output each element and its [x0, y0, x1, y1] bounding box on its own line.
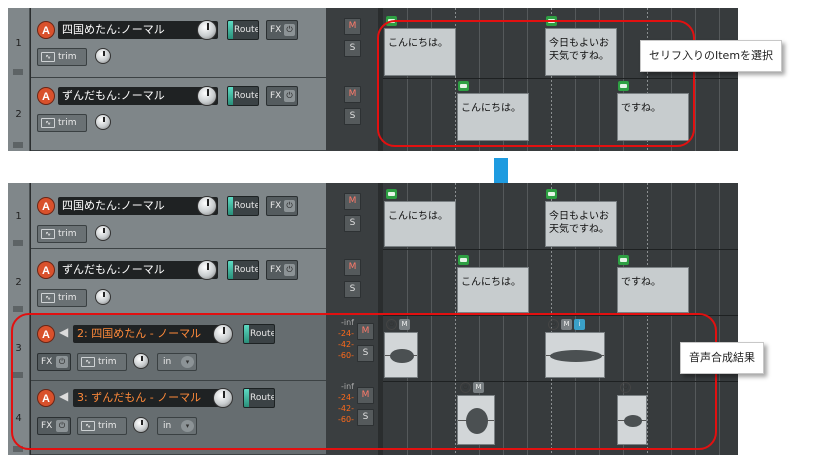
track-2[interactable]: 2 A ずんだもん:ノーマル Route FX ⏻ ∿ trim M S	[8, 78, 378, 151]
fx-button[interactable]: FX ⏻	[266, 20, 298, 40]
result-highlight	[11, 313, 717, 450]
fx-button[interactable]: FX ⏻	[266, 86, 298, 106]
track-name[interactable]: ずんだもん:ノーマル	[58, 87, 218, 105]
track-name[interactable]: 四国めたん:ノーマル	[58, 197, 218, 215]
mixer-strip: M S	[326, 78, 378, 151]
trim-button[interactable]: ∿ trim	[37, 48, 87, 66]
mute-button[interactable]: M	[344, 86, 361, 103]
fx-bypass-icon[interactable]: ⏻	[284, 200, 295, 212]
mixer-strip: M S	[326, 183, 378, 249]
track-control-panel: A ずんだもん:ノーマル Route FX ⏻ ∿ trim	[31, 249, 326, 315]
item-note-flag-icon[interactable]	[546, 189, 557, 199]
route-button[interactable]: Route	[227, 86, 259, 106]
route-button[interactable]: Route	[227, 20, 259, 40]
route-button[interactable]: Route	[227, 260, 259, 280]
envelope-icon: ∿	[41, 52, 55, 62]
volume-knob[interactable]	[197, 260, 217, 280]
item-note-flag-icon[interactable]	[458, 255, 469, 265]
track-number: 1	[8, 183, 30, 249]
track-number: 2	[8, 249, 30, 315]
record-arm-button[interactable]: A	[37, 21, 55, 39]
track-name[interactable]: 四国めたん:ノーマル	[58, 21, 218, 39]
text-item[interactable]: こんにちは。	[384, 201, 456, 247]
fx-button[interactable]: FX ⏻	[266, 260, 298, 280]
track-control-panel: A 四国めたん:ノーマル Route FX ⏻ ∿ trim	[31, 183, 326, 249]
volume-knob[interactable]	[197, 20, 217, 40]
mixer-strip: M S	[326, 249, 378, 315]
route-button[interactable]: Route	[227, 196, 259, 216]
text-item[interactable]: ですね。	[617, 267, 689, 313]
pan-knob[interactable]	[95, 289, 111, 305]
track-number: 2	[8, 78, 30, 151]
record-arm-button[interactable]: A	[37, 87, 55, 105]
fx-bypass-icon[interactable]: ⏻	[284, 90, 295, 102]
solo-button[interactable]: S	[344, 40, 361, 57]
pan-knob[interactable]	[95, 114, 111, 130]
fx-button[interactable]: FX ⏻	[266, 196, 298, 216]
volume-knob[interactable]	[197, 86, 217, 106]
track-1[interactable]: 1 A 四国めたん:ノーマル Route FX ⏻ ∿ trim M S	[8, 8, 378, 78]
track-number: 1	[8, 8, 30, 78]
mute-button[interactable]: M	[344, 193, 361, 210]
track-2[interactable]: 2 A ずんだもん:ノーマル Route FX ⏻ ∿ trim M S	[8, 249, 378, 315]
record-arm-button[interactable]: A	[37, 261, 55, 279]
track-1[interactable]: 1 A 四国めたん:ノーマル Route FX ⏻ ∿ trim M S	[8, 183, 378, 249]
mute-button[interactable]: M	[344, 18, 361, 35]
mute-button[interactable]: M	[344, 259, 361, 276]
trim-button[interactable]: ∿ trim	[37, 114, 87, 132]
item-note-flag-icon[interactable]	[386, 189, 397, 199]
record-arm-button[interactable]: A	[37, 197, 55, 215]
fx-bypass-icon[interactable]: ⏻	[284, 24, 295, 36]
item-note-flag-icon[interactable]	[618, 255, 629, 265]
text-item[interactable]: こんにちは。	[457, 267, 529, 313]
text-item[interactable]: 今日もよいお天気ですね。	[545, 201, 617, 247]
track-control-panel: A 四国めたん:ノーマル Route FX ⏻ ∿ trim	[31, 8, 326, 78]
volume-knob[interactable]	[197, 196, 217, 216]
callout-select-items: セリフ入りのItemを選択	[640, 40, 783, 72]
trim-button[interactable]: ∿ trim	[37, 225, 87, 243]
callout-synthesis-result: 音声合成結果	[680, 342, 764, 374]
solo-button[interactable]: S	[344, 281, 361, 298]
mixer-strip: M S	[326, 8, 378, 78]
envelope-icon: ∿	[41, 293, 55, 303]
envelope-icon: ∿	[41, 229, 55, 239]
pan-knob[interactable]	[95, 225, 111, 241]
track-name[interactable]: ずんだもん:ノーマル	[58, 261, 218, 279]
envelope-icon: ∿	[41, 118, 55, 128]
pan-knob[interactable]	[95, 48, 111, 64]
fx-bypass-icon[interactable]: ⏻	[284, 264, 295, 276]
track-control-panel: A ずんだもん:ノーマル Route FX ⏻ ∿ trim	[31, 78, 326, 151]
solo-button[interactable]: S	[344, 108, 361, 125]
trim-button[interactable]: ∿ trim	[37, 289, 87, 307]
solo-button[interactable]: S	[344, 215, 361, 232]
